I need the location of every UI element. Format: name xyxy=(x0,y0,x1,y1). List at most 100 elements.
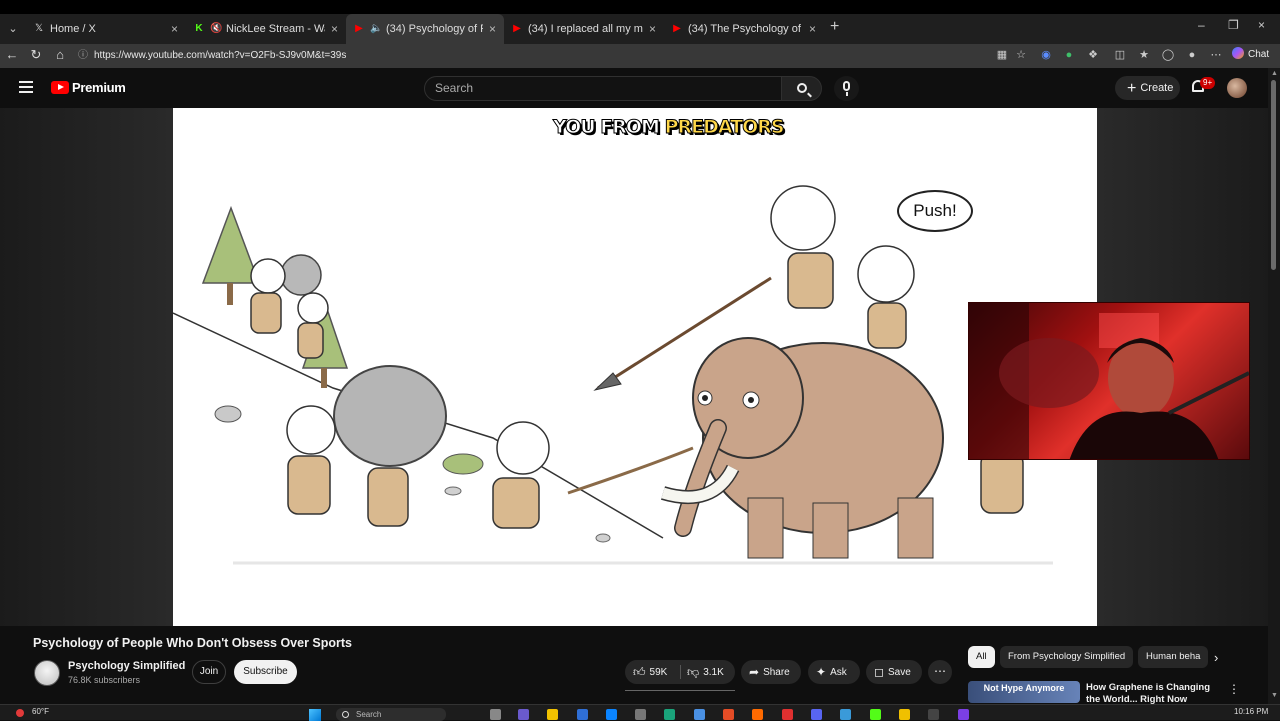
back-arrow-icon[interactable]: ← xyxy=(4,47,20,63)
file-explorer-icon[interactable] xyxy=(547,709,558,720)
tab-psychology-active[interactable]: ▶ 🔈 (34) Psychology of People Wh × xyxy=(346,14,504,44)
chip-all[interactable]: All xyxy=(968,646,995,668)
app-icon[interactable] xyxy=(958,709,969,720)
channel-name[interactable]: Psychology Simplified xyxy=(68,660,185,672)
more-actions-icon[interactable]: ⋯ xyxy=(928,660,952,684)
browser-essentials-icon[interactable]: ◯ xyxy=(1160,47,1176,63)
bookmark-icon: ◻ xyxy=(874,665,884,679)
recommendation-thumbnail[interactable]: Not Hype Anymore xyxy=(968,681,1080,703)
search-button[interactable] xyxy=(781,76,822,101)
create-label: Create xyxy=(1140,82,1174,94)
like-ratio-bar xyxy=(625,690,735,691)
ambient-glow-left xyxy=(0,108,173,626)
windows-taskbar: 60°F Search 10:16 PM xyxy=(0,704,1280,721)
youtube-app-icon[interactable] xyxy=(782,709,793,720)
app-icon[interactable] xyxy=(694,709,705,720)
youtube-icon: ▶ xyxy=(513,23,521,34)
discord-icon[interactable] xyxy=(811,709,822,720)
recommendation-chips: All From Psychology Simplified Human beh… xyxy=(968,646,1228,670)
extension-icon[interactable]: ● xyxy=(1061,47,1077,63)
app-icon[interactable] xyxy=(870,709,881,720)
tab-title: Home / X xyxy=(50,23,96,35)
youtube-logo-icon[interactable] xyxy=(51,81,69,94)
close-icon[interactable]: × xyxy=(171,22,178,36)
app-icon[interactable] xyxy=(635,709,646,720)
site-info-icon[interactable]: ⓘ xyxy=(78,47,90,65)
scroll-up-icon[interactable]: ▲ xyxy=(1271,70,1278,77)
tab-psychology-2[interactable]: ▶ (34) The Psychology of People Wh × xyxy=(664,14,824,44)
window-close-icon[interactable]: × xyxy=(1258,18,1265,32)
scroll-down-icon[interactable]: ▼ xyxy=(1271,692,1278,699)
tab-title: (34) I replaced all my monitors wi xyxy=(528,23,643,35)
microphone-stand xyxy=(846,92,848,96)
webcam-overlay xyxy=(968,302,1250,460)
minimize-icon[interactable]: – xyxy=(1198,18,1205,32)
copilot-icon xyxy=(1232,47,1244,59)
extension-icon[interactable]: ◉ xyxy=(1038,47,1054,63)
more-menu-icon[interactable]: ⋯ xyxy=(1208,47,1224,63)
tab-monitors[interactable]: ▶ (34) I replaced all my monitors wi × xyxy=(504,14,664,44)
recommendation-title[interactable]: How Graphene is Changing the World... Ri… xyxy=(1086,682,1221,704)
copilot-chat-button[interactable]: Chat xyxy=(1232,46,1269,64)
create-button[interactable]: + Create xyxy=(1115,76,1180,100)
app-icon[interactable] xyxy=(840,709,851,720)
profile-avatar-icon[interactable]: ● xyxy=(1184,47,1200,63)
close-icon[interactable]: × xyxy=(809,22,816,36)
chrome-icon[interactable] xyxy=(723,709,734,720)
close-icon[interactable]: × xyxy=(649,22,656,36)
video-player[interactable]: YOU FROM PREDATORS Push! xyxy=(173,108,1097,626)
video-title: Psychology of People Who Don't Obsess Ov… xyxy=(33,636,353,650)
muted-speaker-icon[interactable]: 🔇 xyxy=(210,24,222,34)
dislike-button[interactable]: 👎︎ 3.1K xyxy=(687,660,724,684)
tab-home-x[interactable]: 𝕏 Home / X × xyxy=(26,14,186,44)
ask-button[interactable]: ✦ Ask xyxy=(808,660,860,684)
reload-icon[interactable]: ↻ xyxy=(28,47,44,63)
menu-hamburger-icon[interactable] xyxy=(19,81,33,93)
recommendation-more-icon[interactable]: ⋮ xyxy=(1228,682,1240,696)
tab-title: (34) The Psychology of People Wh xyxy=(688,23,803,35)
save-button[interactable]: ◻ Save xyxy=(866,660,922,684)
edge-icon[interactable] xyxy=(606,709,617,720)
app-icon[interactable] xyxy=(664,709,675,720)
scroll-thumb[interactable] xyxy=(1271,80,1276,270)
like-button[interactable]: 👍︎ 59K xyxy=(633,660,667,684)
account-avatar[interactable] xyxy=(1227,78,1247,98)
youtube-premium-brand[interactable]: Premium xyxy=(72,80,126,95)
share-button[interactable]: ➦ Share xyxy=(741,660,801,684)
copilot-app-icon[interactable] xyxy=(518,709,529,720)
subscribe-button[interactable]: Subscribe xyxy=(234,660,297,684)
weather-temperature[interactable]: 60°F xyxy=(32,707,49,716)
taskbar-search[interactable]: Search xyxy=(336,708,446,721)
tab-nicklee-stream[interactable]: K 🔇 NickLee Stream - Watch Live × xyxy=(186,14,346,44)
favorite-star-icon[interactable]: ☆ xyxy=(1013,47,1029,63)
page-scrollbar[interactable]: ▲ ▼ xyxy=(1268,68,1280,704)
windows-start-icon[interactable] xyxy=(309,709,321,721)
url-field[interactable]: ⓘ https://www.youtube.com/watch?v=O2Fb-SJ… xyxy=(78,47,1018,65)
join-button[interactable]: Join xyxy=(192,660,226,684)
app-icon[interactable] xyxy=(752,709,763,720)
extensions-puzzle-icon[interactable]: ❖ xyxy=(1085,47,1101,63)
new-tab-plus-icon[interactable]: + xyxy=(830,18,839,36)
speaker-icon[interactable]: 🔈 xyxy=(370,24,382,34)
channel-avatar[interactable] xyxy=(34,660,60,686)
voice-search-button[interactable] xyxy=(834,76,859,101)
home-icon[interactable]: ⌂ xyxy=(52,47,68,63)
split-screen-icon[interactable]: ◫ xyxy=(1112,47,1128,63)
close-icon[interactable]: × xyxy=(489,22,496,36)
app-install-icon[interactable]: ▦ xyxy=(994,47,1010,63)
close-icon[interactable]: × xyxy=(331,22,338,36)
notification-badge: 9+ xyxy=(1200,77,1216,89)
restore-icon[interactable]: ❐ xyxy=(1228,18,1239,32)
tab-list-chevron-icon[interactable]: ⌄ xyxy=(4,20,22,38)
chevron-right-icon[interactable]: › xyxy=(1214,650,1218,665)
collections-icon[interactable]: ★ xyxy=(1136,47,1152,63)
app-icon[interactable] xyxy=(928,709,939,720)
taskbar-clock[interactable]: 10:16 PM xyxy=(1234,707,1268,716)
search-input[interactable]: Search xyxy=(424,76,782,101)
task-view-icon[interactable] xyxy=(490,709,501,720)
weather-icon xyxy=(16,709,24,717)
store-icon[interactable] xyxy=(577,709,588,720)
chip-from-channel[interactable]: From Psychology Simplified xyxy=(1000,646,1134,668)
chip-human-behavior[interactable]: Human beha xyxy=(1138,646,1209,668)
app-icon[interactable] xyxy=(899,709,910,720)
